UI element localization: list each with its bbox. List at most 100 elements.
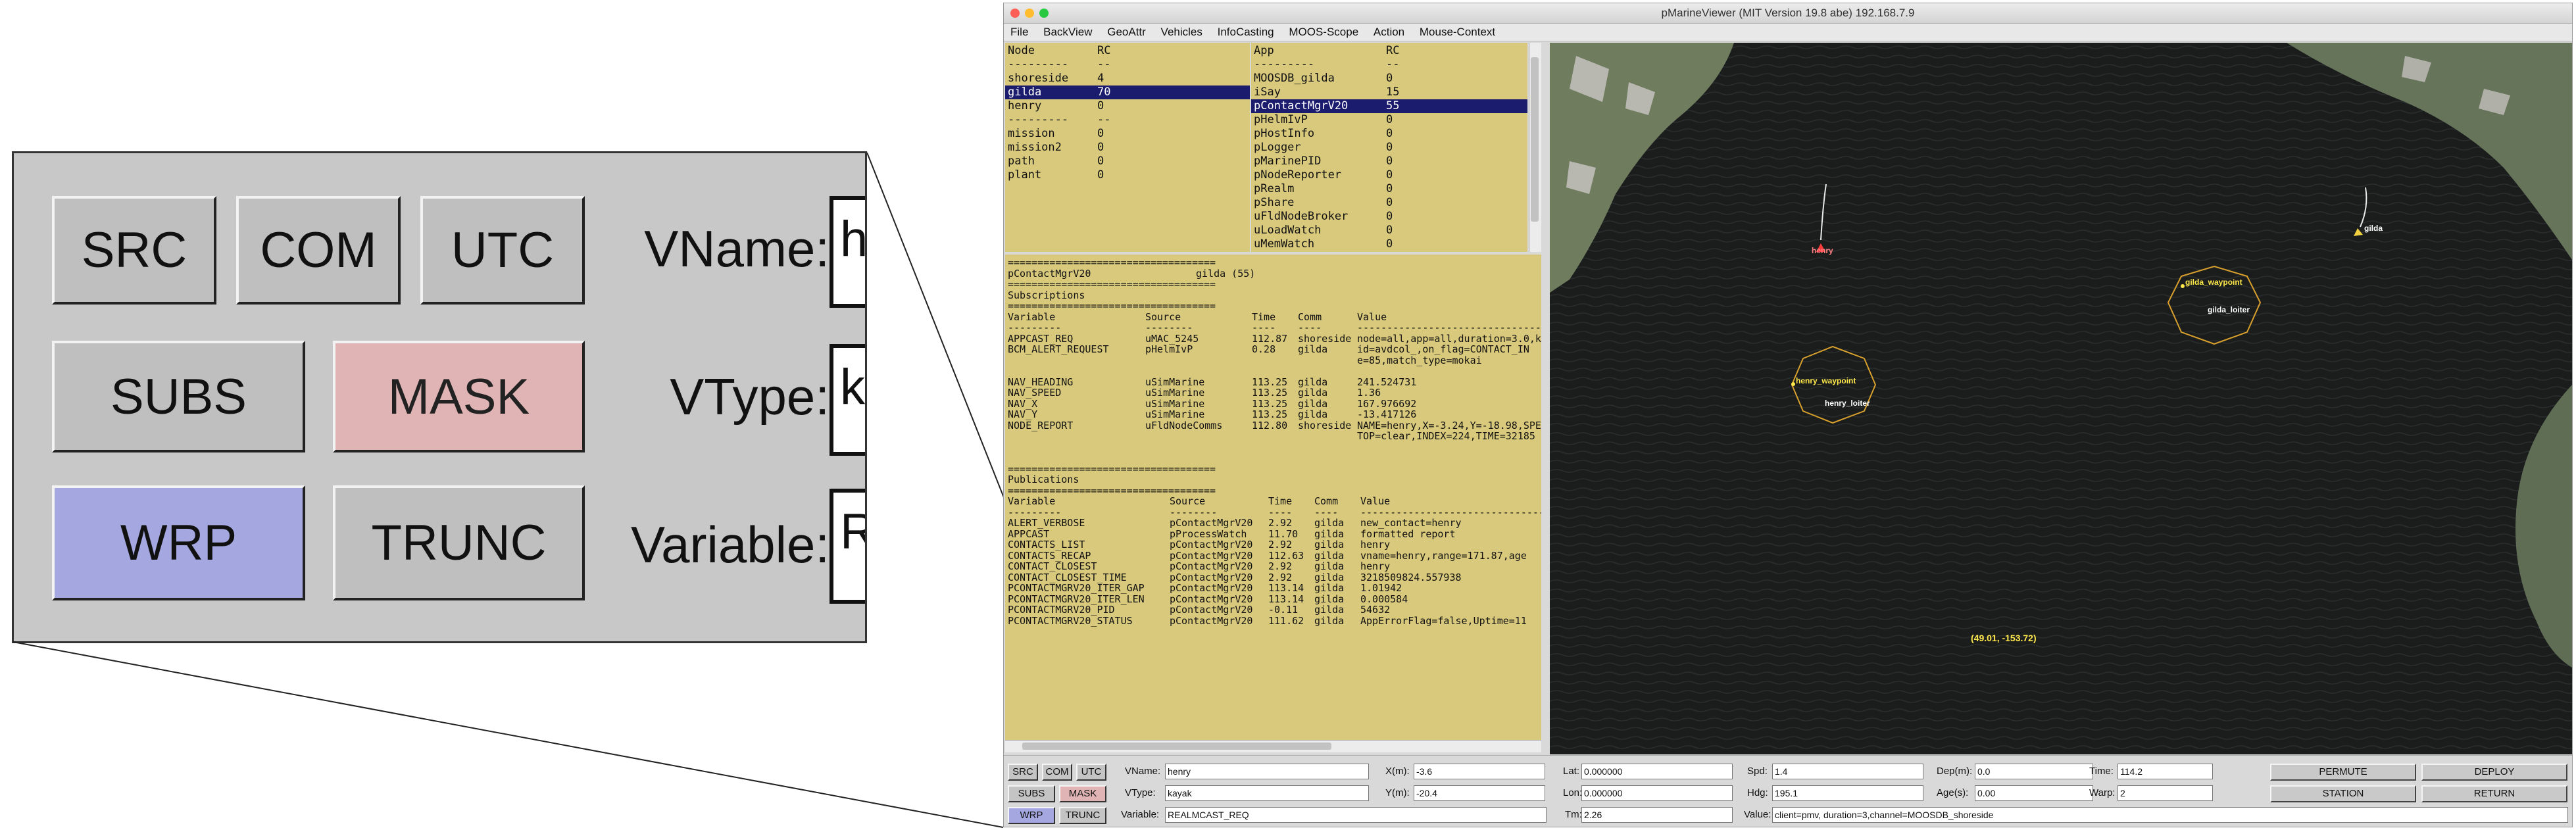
list-item[interactable]: mission2 0 bbox=[1005, 141, 1250, 155]
menu-moos-scope[interactable]: MOOS-Scope bbox=[1289, 24, 1358, 41]
cell: 111.62 bbox=[1268, 614, 1304, 627]
cell: gilda bbox=[1314, 614, 1345, 627]
com-button[interactable]: COM bbox=[1042, 764, 1072, 781]
map-view[interactable]: henry gilda gilda_waypoint gilda_loiter … bbox=[1550, 43, 2572, 754]
cell: APPCAST_REQ bbox=[1008, 332, 1074, 345]
publication-row: PCONTACTMGRV20_STATUS pContactMgrV20 111.6… bbox=[1005, 614, 1541, 627]
list-item[interactable]: uLoadWatch 0 bbox=[1251, 224, 1527, 237]
cell: gilda bbox=[1314, 539, 1345, 550]
spd-label: Spd: bbox=[1747, 766, 1768, 777]
list-item[interactable]: pShare 0 bbox=[1251, 196, 1527, 210]
vname-field[interactable]: henry bbox=[1165, 764, 1369, 779]
permute-button[interactable]: PERMUTE bbox=[2270, 764, 2416, 781]
cell: CONTACTS_RECAP bbox=[1008, 549, 1091, 562]
cell: Variable bbox=[1008, 495, 1056, 507]
list-item[interactable]: pContactMgrV20 55 bbox=[1251, 99, 1527, 113]
cell: pRealm bbox=[1254, 182, 1295, 195]
list-item[interactable]: --------- -- bbox=[1251, 58, 1527, 72]
cell: Source bbox=[1170, 495, 1206, 507]
xm-field[interactable]: -3.6 bbox=[1414, 764, 1545, 779]
deploy-button[interactable]: DEPLOY bbox=[2421, 764, 2567, 781]
hdg-field[interactable]: 195.1 bbox=[1772, 785, 1923, 801]
map-canvas[interactable]: henry gilda gilda_waypoint gilda_loiter … bbox=[1550, 43, 2572, 754]
cell: 0 bbox=[1386, 237, 1393, 251]
cell: gilda bbox=[1314, 527, 1345, 540]
list-item[interactable]: pRealm 0 bbox=[1251, 182, 1527, 196]
lat-field[interactable]: 0.000000 bbox=[1581, 764, 1733, 779]
horizontal-scrollbar[interactable] bbox=[1005, 740, 1541, 752]
list-item[interactable]: uFldNodeBroker 0 bbox=[1251, 210, 1527, 224]
list-item[interactable]: pHostInfo 0 bbox=[1251, 127, 1527, 141]
cell: MOOSDB_gilda bbox=[1254, 72, 1335, 85]
list-item[interactable]: pHelmIvP 0 bbox=[1251, 113, 1527, 127]
cell: mission2 bbox=[1008, 141, 1062, 154]
vertical-scrollbar[interactable] bbox=[1529, 43, 1541, 252]
age-field[interactable]: 0.00 bbox=[1975, 785, 2093, 801]
list-item[interactable]: path 0 bbox=[1005, 155, 1250, 168]
cell: pContactMgrV20 bbox=[1170, 582, 1253, 594]
cell: iSay bbox=[1254, 85, 1281, 99]
tm-field[interactable]: 2.26 bbox=[1581, 807, 1733, 823]
cell: 0 bbox=[1097, 99, 1104, 112]
menu-mouse-context[interactable]: Mouse-Context bbox=[1420, 24, 1495, 41]
mask-button[interactable]: MASK bbox=[1059, 785, 1106, 802]
time-field[interactable]: 114.2 bbox=[2118, 764, 2213, 779]
list-item[interactable]: shoreside 4 bbox=[1005, 72, 1250, 85]
lon-field[interactable]: 0.000000 bbox=[1581, 785, 1733, 801]
warp-field[interactable]: 2 bbox=[2118, 785, 2213, 801]
list-item[interactable]: gilda 70 bbox=[1005, 85, 1250, 99]
cell: gilda bbox=[1298, 397, 1328, 410]
title-bar: pMarineViewer (MIT Version 19.8 abe) 192… bbox=[1004, 3, 2572, 24]
age-label: Age(s): bbox=[1937, 787, 1969, 798]
utc-button[interactable]: UTC bbox=[1076, 764, 1106, 781]
vertical-scroll-thumb[interactable] bbox=[1531, 57, 1539, 222]
cell: pLogger bbox=[1254, 141, 1301, 154]
cell: =================================== bbox=[1008, 484, 1216, 497]
menu-backview[interactable]: BackView bbox=[1043, 24, 1092, 41]
spd-field[interactable]: 1.4 bbox=[1772, 764, 1923, 779]
list-item[interactable]: plant 0 bbox=[1005, 168, 1250, 182]
wrp-button[interactable]: WRP bbox=[1008, 807, 1055, 824]
return-button[interactable]: RETURN bbox=[2421, 785, 2567, 802]
dep-field[interactable]: 0.0 bbox=[1975, 764, 2093, 779]
list-item[interactable]: pNodeReporter 0 bbox=[1251, 168, 1527, 182]
cell: henry bbox=[1360, 539, 1391, 550]
zoom-mask-button: MASK bbox=[333, 341, 585, 452]
maximize-window-icon[interactable] bbox=[1039, 9, 1049, 18]
list-item[interactable]: henry 0 bbox=[1005, 99, 1250, 113]
src-button[interactable]: SRC bbox=[1008, 764, 1038, 781]
close-window-icon[interactable] bbox=[1010, 9, 1020, 18]
cell: gilda bbox=[1298, 387, 1328, 399]
minimize-window-icon[interactable] bbox=[1025, 9, 1034, 18]
station-button[interactable]: STATION bbox=[2270, 785, 2416, 802]
variable-field[interactable]: REALMCAST_REQ bbox=[1165, 807, 1547, 823]
cell: ---- bbox=[1268, 506, 1293, 518]
list-item[interactable]: uMemWatch 0 bbox=[1251, 237, 1527, 251]
list-item[interactable]: --------- -- bbox=[1005, 58, 1250, 72]
menu-vehicles[interactable]: Vehicles bbox=[1161, 24, 1202, 41]
list-item[interactable]: MOOSDB_gilda 0 bbox=[1251, 72, 1527, 85]
vtype-field[interactable]: kayak bbox=[1165, 785, 1369, 801]
menu-file[interactable]: File bbox=[1010, 24, 1028, 41]
info-rule: =================================== bbox=[1005, 463, 1541, 475]
list-item[interactable]: mission 0 bbox=[1005, 127, 1250, 141]
list-item[interactable]: pMarinePID 0 bbox=[1251, 155, 1527, 168]
menu-action[interactable]: Action bbox=[1374, 24, 1404, 41]
publication-row: PCONTACTMGRV20_ITER_LEN pContactMgrV20 113… bbox=[1005, 593, 1541, 605]
list-item[interactable]: pLogger 0 bbox=[1251, 141, 1527, 155]
cell: gilda (55) bbox=[1196, 267, 1256, 280]
menu-infocasting[interactable]: InfoCasting bbox=[1218, 24, 1274, 41]
value-field[interactable]: client=pmv, duration=3,channel=MOOSDB_sh… bbox=[1772, 807, 2568, 823]
cell: Variable bbox=[1008, 310, 1056, 323]
cell: 0 bbox=[1386, 182, 1393, 195]
subs-button[interactable]: SUBS bbox=[1008, 785, 1055, 802]
menu-geoattr[interactable]: GeoAttr bbox=[1107, 24, 1146, 41]
list-item[interactable]: iSay 15 bbox=[1251, 85, 1527, 99]
warp-label: Warp: bbox=[2089, 787, 2116, 798]
ym-field[interactable]: -20.4 bbox=[1414, 785, 1545, 801]
publication-row: CONTACTS_RECAP pContactMgrV20 112.63 gilda v… bbox=[1005, 550, 1541, 562]
horizontal-scroll-thumb[interactable] bbox=[1022, 743, 1331, 750]
list-item[interactable]: --------- -- bbox=[1005, 113, 1250, 127]
trunc-button[interactable]: TRUNC bbox=[1059, 807, 1106, 824]
cell: 54632 bbox=[1360, 604, 1391, 616]
